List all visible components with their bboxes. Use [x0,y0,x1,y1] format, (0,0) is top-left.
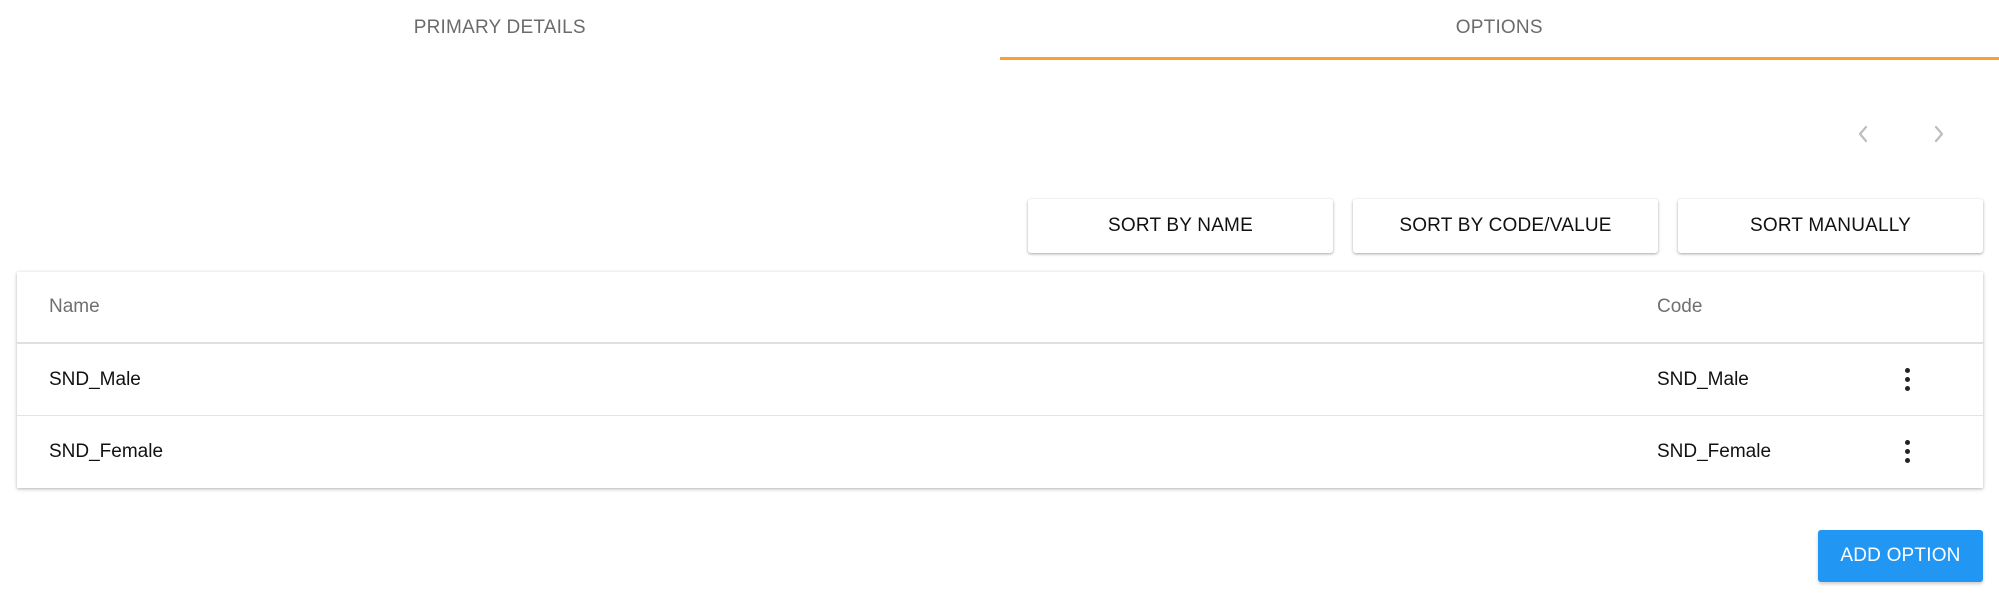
option-code-cell: SND_Male [1657,368,1749,390]
sort-manually-button[interactable]: SORT MANUALLY [1678,199,1983,253]
next-page-button[interactable] [1923,118,1955,150]
previous-page-button[interactable] [1847,118,1879,150]
column-header-name: Name [49,296,100,317]
table-row: SND_Male SND_Male [17,344,1983,416]
options-table: Name Code SND_Male SND_Male SND_Female S… [17,272,1983,488]
tab-primary-details[interactable]: PRIMARY DETAILS [0,0,1000,58]
more-vertical-icon [1904,440,1910,463]
sort-by-code-value-button[interactable]: SORT BY CODE/VALUE [1353,199,1658,253]
tab-options[interactable]: OPTIONS [999,0,1999,60]
option-name-cell: SND_Female [49,440,164,462]
column-header-code: Code [1657,296,1703,317]
table-header: Name Code [17,272,1983,344]
chevron-left-icon [1858,125,1868,143]
sort-toolbar: SORT BY NAME SORT BY CODE/VALUE SORT MAN… [1028,199,1983,253]
tab-bar: PRIMARY DETAILS OPTIONS [0,0,1999,64]
option-name-cell: SND_Male [49,368,141,390]
row-menu-button[interactable] [1877,368,1937,391]
chevron-right-icon [1934,125,1944,143]
table-row: SND_Female SND_Female [17,416,1983,487]
sort-by-name-button[interactable]: SORT BY NAME [1028,199,1333,253]
more-vertical-icon [1904,368,1910,391]
option-code-cell: SND_Female [1657,440,1772,462]
row-menu-button[interactable] [1877,440,1937,463]
add-option-button[interactable]: ADD OPTION [1818,530,1983,582]
pager [1847,118,1955,150]
